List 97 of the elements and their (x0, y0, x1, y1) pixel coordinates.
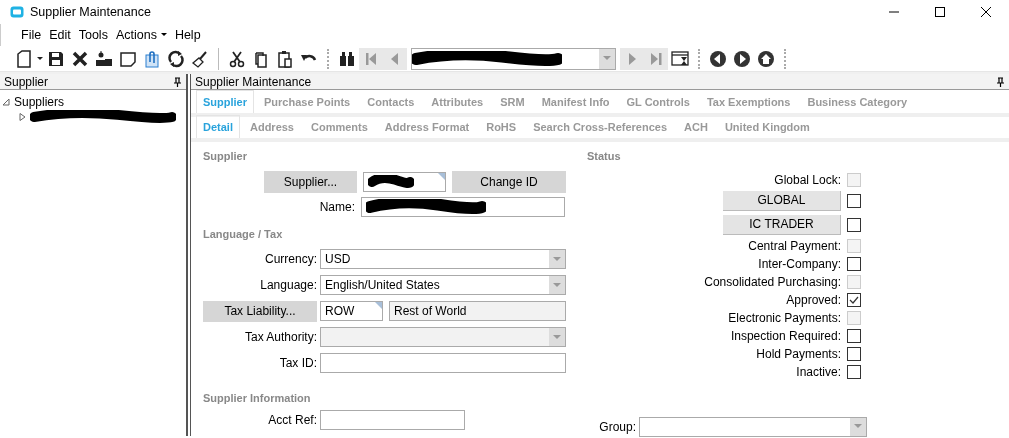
checkbox-label: Approved: (785, 291, 841, 309)
binoculars-icon[interactable] (338, 49, 356, 68)
checkbox-label: Inspection Required: (729, 327, 841, 345)
tree-item[interactable]: Suppliers (14, 92, 65, 111)
section-title: Status (587, 149, 622, 164)
text-field[interactable] (320, 409, 465, 430)
tab[interactable]: ACH (677, 114, 715, 138)
checkbox-label: Electronic Payments: (727, 309, 841, 327)
hourglass-window-icon[interactable] (671, 49, 689, 68)
menu-item[interactable]: Edit (45, 24, 75, 46)
home-icon[interactable] (757, 49, 775, 68)
field-label: Tax Authority: (243, 329, 317, 346)
checkbox-label: Consolidated Purchasing: (703, 273, 841, 291)
checkbox[interactable] (847, 256, 861, 271)
tax-liability-button[interactable]: Tax Liability... (203, 300, 317, 322)
tab[interactable]: Address Format (377, 114, 477, 138)
expand-icon[interactable] (18, 112, 26, 121)
supplier-id-field[interactable] (363, 171, 446, 192)
tab[interactable]: Contacts (360, 89, 422, 113)
checkbox-label: Central Payment: (747, 237, 841, 255)
note-icon[interactable] (119, 49, 137, 68)
tab[interactable]: Tax Exemptions (699, 89, 798, 113)
tab[interactable]: Business Category (800, 89, 915, 113)
tab[interactable]: SRM (493, 89, 532, 113)
field-label: Language: (259, 277, 317, 294)
checkbox[interactable] (847, 217, 861, 232)
tab[interactable]: United Kingdom (717, 114, 817, 138)
supplier-lookup-button[interactable]: Supplier... (264, 170, 357, 193)
caret-icon (552, 334, 562, 340)
text-field[interactable] (320, 353, 566, 373)
menu-item[interactable]: Tools (74, 24, 112, 46)
refresh-icon[interactable] (167, 49, 185, 68)
cut-icon[interactable] (228, 49, 246, 68)
collapse-icon[interactable] (2, 97, 10, 106)
back-icon[interactable] (709, 49, 727, 68)
delete-icon[interactable] (71, 49, 89, 68)
status-button[interactable]: GLOBAL (723, 190, 841, 211)
tab[interactable]: Manifest Info (534, 89, 617, 113)
description-field: Rest of World (389, 301, 566, 321)
panel-title: Supplier (4, 73, 49, 90)
copy-icon[interactable] (252, 49, 270, 68)
tab[interactable]: Address (242, 114, 301, 138)
menu-item[interactable]: Actions (111, 24, 171, 46)
code-field[interactable]: ROW (320, 301, 383, 321)
checkbox[interactable] (847, 292, 861, 307)
field-label: Acct Ref: (267, 411, 317, 429)
menu-item[interactable]: File (17, 24, 46, 46)
tab[interactable]: Detail (196, 114, 240, 138)
caret-icon (552, 282, 562, 288)
paste-icon[interactable] (276, 49, 294, 68)
field-label: Name: (318, 198, 355, 216)
close-icon[interactable] (981, 7, 991, 17)
tab[interactable]: RoHS (479, 114, 524, 138)
change-id-button[interactable]: Change ID (452, 170, 566, 193)
tab[interactable]: Supplier (196, 89, 254, 113)
dropdown-field[interactable]: USD (320, 249, 566, 269)
checkbox[interactable] (847, 346, 861, 361)
menu-item[interactable]: Help (170, 24, 205, 46)
tab[interactable]: Search Cross-References (526, 114, 675, 138)
caret-icon (37, 57, 43, 60)
new-document-icon[interactable] (15, 49, 33, 68)
window-title: Supplier Maintenance (30, 3, 151, 21)
caret-icon (160, 33, 167, 37)
section-title: Language / Tax (203, 226, 284, 242)
name-field[interactable] (361, 196, 565, 217)
maximize-icon[interactable] (935, 7, 945, 17)
checkbox[interactable] (847, 193, 861, 208)
field-label: Group: (598, 418, 636, 436)
tab[interactable]: Attributes (424, 89, 491, 113)
caret-icon (602, 56, 612, 61)
field-label: Tax ID: (278, 355, 317, 372)
pin-icon[interactable] (996, 76, 1005, 87)
status-button[interactable]: IC TRADER (723, 214, 841, 235)
dropdown-field[interactable]: English/United States (320, 275, 566, 295)
tab[interactable]: Purchase Points (257, 89, 358, 113)
caret-icon (552, 256, 562, 262)
forward-icon[interactable] (733, 49, 751, 68)
checkbox-label: Inactive: (795, 363, 841, 381)
checkbox-label: Inter-Company: (757, 255, 841, 273)
dropdown-field[interactable] (639, 416, 867, 437)
tab[interactable]: Comments (304, 114, 375, 138)
broom-icon[interactable] (191, 49, 209, 68)
app-icon (10, 6, 24, 18)
save-icon[interactable] (47, 49, 65, 68)
record-selector[interactable] (411, 47, 616, 70)
checkbox[interactable] (847, 364, 861, 379)
tab[interactable]: GL Controls (619, 89, 697, 113)
attachment-icon[interactable] (143, 49, 161, 68)
section-title: Supplier Information (203, 391, 312, 406)
checkbox[interactable] (847, 328, 861, 343)
panel-title: Supplier Maintenance (195, 73, 312, 90)
pin-icon[interactable] (173, 76, 182, 87)
checkbox-label: Hold Payments: (755, 345, 841, 363)
section-title: Supplier (203, 149, 248, 164)
caret-icon (853, 424, 863, 429)
checkbox-label: Global Lock: (773, 171, 841, 189)
field-label: Currency: (264, 251, 317, 268)
